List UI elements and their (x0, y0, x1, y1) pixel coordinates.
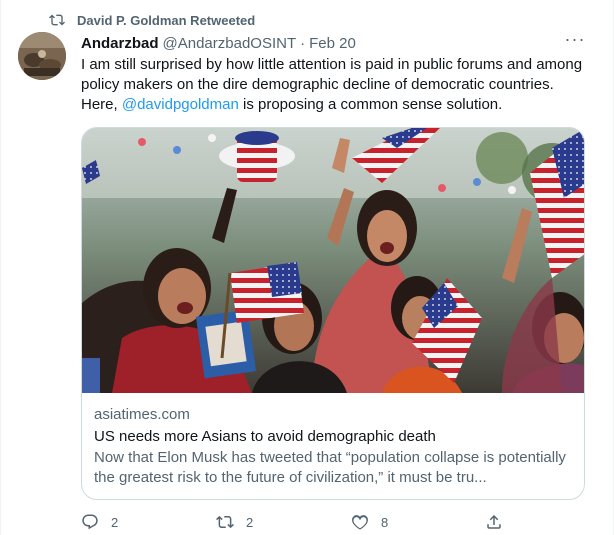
action-bar: 2 2 8 (81, 512, 501, 532)
reply-count: 2 (111, 514, 119, 530)
social-context: David P. Goldman Retweeted (49, 11, 255, 29)
reply-button[interactable]: 2 (81, 512, 118, 532)
mention-link[interactable]: @davidpgoldman (122, 96, 239, 113)
card-domain: asiatimes.com (94, 406, 190, 423)
like-button[interactable]: 8 (351, 512, 388, 532)
card-image[interactable] (82, 128, 585, 393)
tweet-text-part: Here, (81, 96, 118, 113)
retweet-label[interactable]: David P. Goldman Retweeted (77, 13, 255, 28)
separator-dot: · (300, 34, 306, 52)
share-icon (487, 514, 501, 529)
like-count: 8 (381, 514, 389, 530)
heart-icon (352, 515, 368, 530)
share-button[interactable] (485, 512, 503, 532)
retweet-icon (49, 14, 65, 26)
tweet-text-part: is proposing a common sense solution. (243, 96, 503, 113)
tweet-text: I am still surprised by how little atten… (81, 55, 593, 115)
retweet-button[interactable]: 2 (216, 512, 253, 532)
retweet-icon (216, 515, 234, 529)
more-options-button[interactable]: ··· (563, 30, 587, 53)
tweet-text-part: I am still surprised by how little atten… (81, 56, 583, 93)
card-meta[interactable]: asiatimes.com US needs more Asians to av… (94, 405, 574, 488)
author-handle[interactable]: @AndarzbadOSINT (163, 35, 297, 52)
author-name[interactable]: Andarzbad (81, 35, 159, 52)
retweet-count: 2 (246, 514, 254, 530)
reply-icon (82, 514, 98, 530)
card-description: Now that Elon Musk has tweeted that “pop… (94, 449, 566, 486)
tweet-date[interactable]: Feb 20 (309, 35, 356, 52)
tweet[interactable]: David P. Goldman Retweeted Andarzbad @An… (0, 0, 614, 535)
tweet-header: Andarzbad @AndarzbadOSINT · Feb 20 (81, 33, 356, 53)
avatar[interactable] (18, 32, 66, 80)
link-card[interactable]: asiatimes.com US needs more Asians to av… (81, 127, 585, 500)
card-title[interactable]: US needs more Asians to avoid demographi… (94, 427, 574, 447)
